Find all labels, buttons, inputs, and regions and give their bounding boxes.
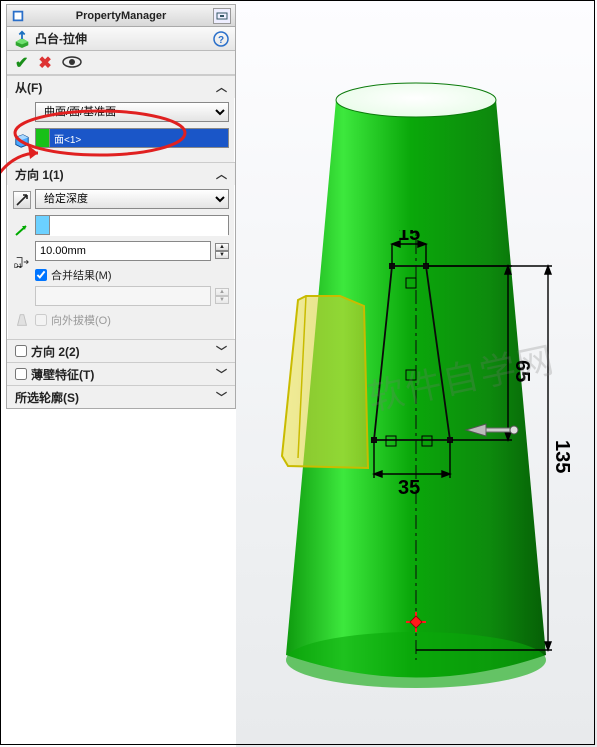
- pm-logo-icon: [11, 9, 25, 23]
- section-dir2-label: 方向 2(2): [31, 343, 80, 360]
- end-condition-dropdown[interactable]: 给定深度: [35, 189, 229, 209]
- section-dir1: 方向 1(1) ︿ D1: [7, 162, 235, 339]
- section-thin-header[interactable]: 薄壁特征(T) ﹀: [7, 363, 235, 385]
- section-dir1-label: 方向 1(1): [15, 166, 64, 183]
- cancel-button[interactable]: ✖: [38, 53, 51, 73]
- pin-button[interactable]: [213, 8, 231, 24]
- depth-icon: D1: [13, 253, 31, 271]
- eye-icon: [62, 56, 82, 68]
- section-thin: 薄壁特征(T) ﹀: [7, 362, 235, 385]
- direction-vector-icon[interactable]: [13, 221, 31, 239]
- section-contour-label: 所选轮廓(S): [15, 389, 79, 406]
- chevron-down-icon: ﹀: [216, 389, 227, 405]
- merge-result-label: 合并结果(M): [51, 267, 112, 283]
- property-manager-panel: PropertyManager 凸台-拉伸 ? ✔ ✖ 从(F): [6, 4, 236, 409]
- from-face-field[interactable]: 面<1>: [35, 128, 229, 148]
- draft-outward-row: 向外拔模(O): [35, 312, 229, 328]
- face-select-icon[interactable]: [13, 132, 31, 150]
- depth-spinner[interactable]: ▲▼: [215, 243, 229, 259]
- preview-button[interactable]: [62, 55, 82, 71]
- section-dir2: 方向 2(2) ﹀: [7, 339, 235, 362]
- model-viewport[interactable]: 15 35 65 135: [236, 0, 597, 747]
- depth-input[interactable]: [35, 241, 211, 261]
- section-dir1-header[interactable]: 方向 1(1) ︿: [7, 163, 235, 185]
- extrude-icon: [13, 30, 31, 48]
- section-from: 从(F) ︿ 曲面/面/基准面 面<1>: [7, 75, 235, 162]
- section-from-header[interactable]: 从(F) ︿: [7, 76, 235, 98]
- reverse-direction-button[interactable]: [13, 191, 31, 209]
- draft-outward-label: 向外拔模(O): [51, 312, 111, 328]
- thin-checkbox[interactable]: [15, 368, 27, 380]
- help-icon[interactable]: ?: [213, 31, 229, 47]
- chevron-up-icon: ︿: [216, 166, 227, 182]
- draft-icon[interactable]: [13, 311, 31, 329]
- reverse-icon: [15, 193, 29, 207]
- svg-text:D1: D1: [14, 263, 22, 270]
- confirm-row: ✔ ✖: [7, 51, 235, 75]
- chevron-up-icon: ︿: [216, 79, 227, 95]
- section-contour-header[interactable]: 所选轮廓(S) ﹀: [7, 386, 235, 408]
- sketch-overlay: 15 35 65 135: [356, 230, 586, 680]
- section-dir2-header[interactable]: 方向 2(2) ﹀: [7, 340, 235, 362]
- draft-outward-checkbox: [35, 314, 47, 326]
- section-contour: 所选轮廓(S) ﹀: [7, 385, 235, 408]
- merge-result-checkbox[interactable]: [35, 269, 47, 281]
- dim-bottom: 35: [398, 477, 420, 499]
- chevron-down-icon: ﹀: [216, 366, 227, 382]
- chevron-down-icon: ﹀: [216, 343, 227, 359]
- panel-title: PropertyManager: [29, 10, 213, 22]
- merge-result-row[interactable]: 合并结果(M): [35, 267, 229, 283]
- feature-row: 凸台-拉伸 ?: [7, 27, 235, 51]
- direction-reference-input[interactable]: [50, 216, 228, 236]
- section-thin-label: 薄壁特征(T): [31, 366, 94, 383]
- titlebar: PropertyManager: [7, 5, 235, 27]
- section-from-label: 从(F): [15, 79, 42, 96]
- from-type-dropdown[interactable]: 曲面/面/基准面: [35, 102, 229, 122]
- draft-spinner: ▲▼: [215, 288, 229, 304]
- direction-reference-field[interactable]: [35, 215, 229, 235]
- ok-button[interactable]: ✔: [15, 53, 28, 73]
- from-face-selection: 面<1>: [50, 129, 228, 147]
- dim-overall: 135: [551, 440, 573, 473]
- draft-angle-input: [35, 286, 211, 306]
- feature-title: 凸台-拉伸: [35, 30, 213, 47]
- dim-top: 15: [398, 230, 420, 245]
- dir2-checkbox[interactable]: [15, 345, 27, 357]
- pin-icon: [216, 11, 228, 21]
- svg-text:?: ?: [218, 35, 224, 46]
- origin-marker: [406, 612, 426, 632]
